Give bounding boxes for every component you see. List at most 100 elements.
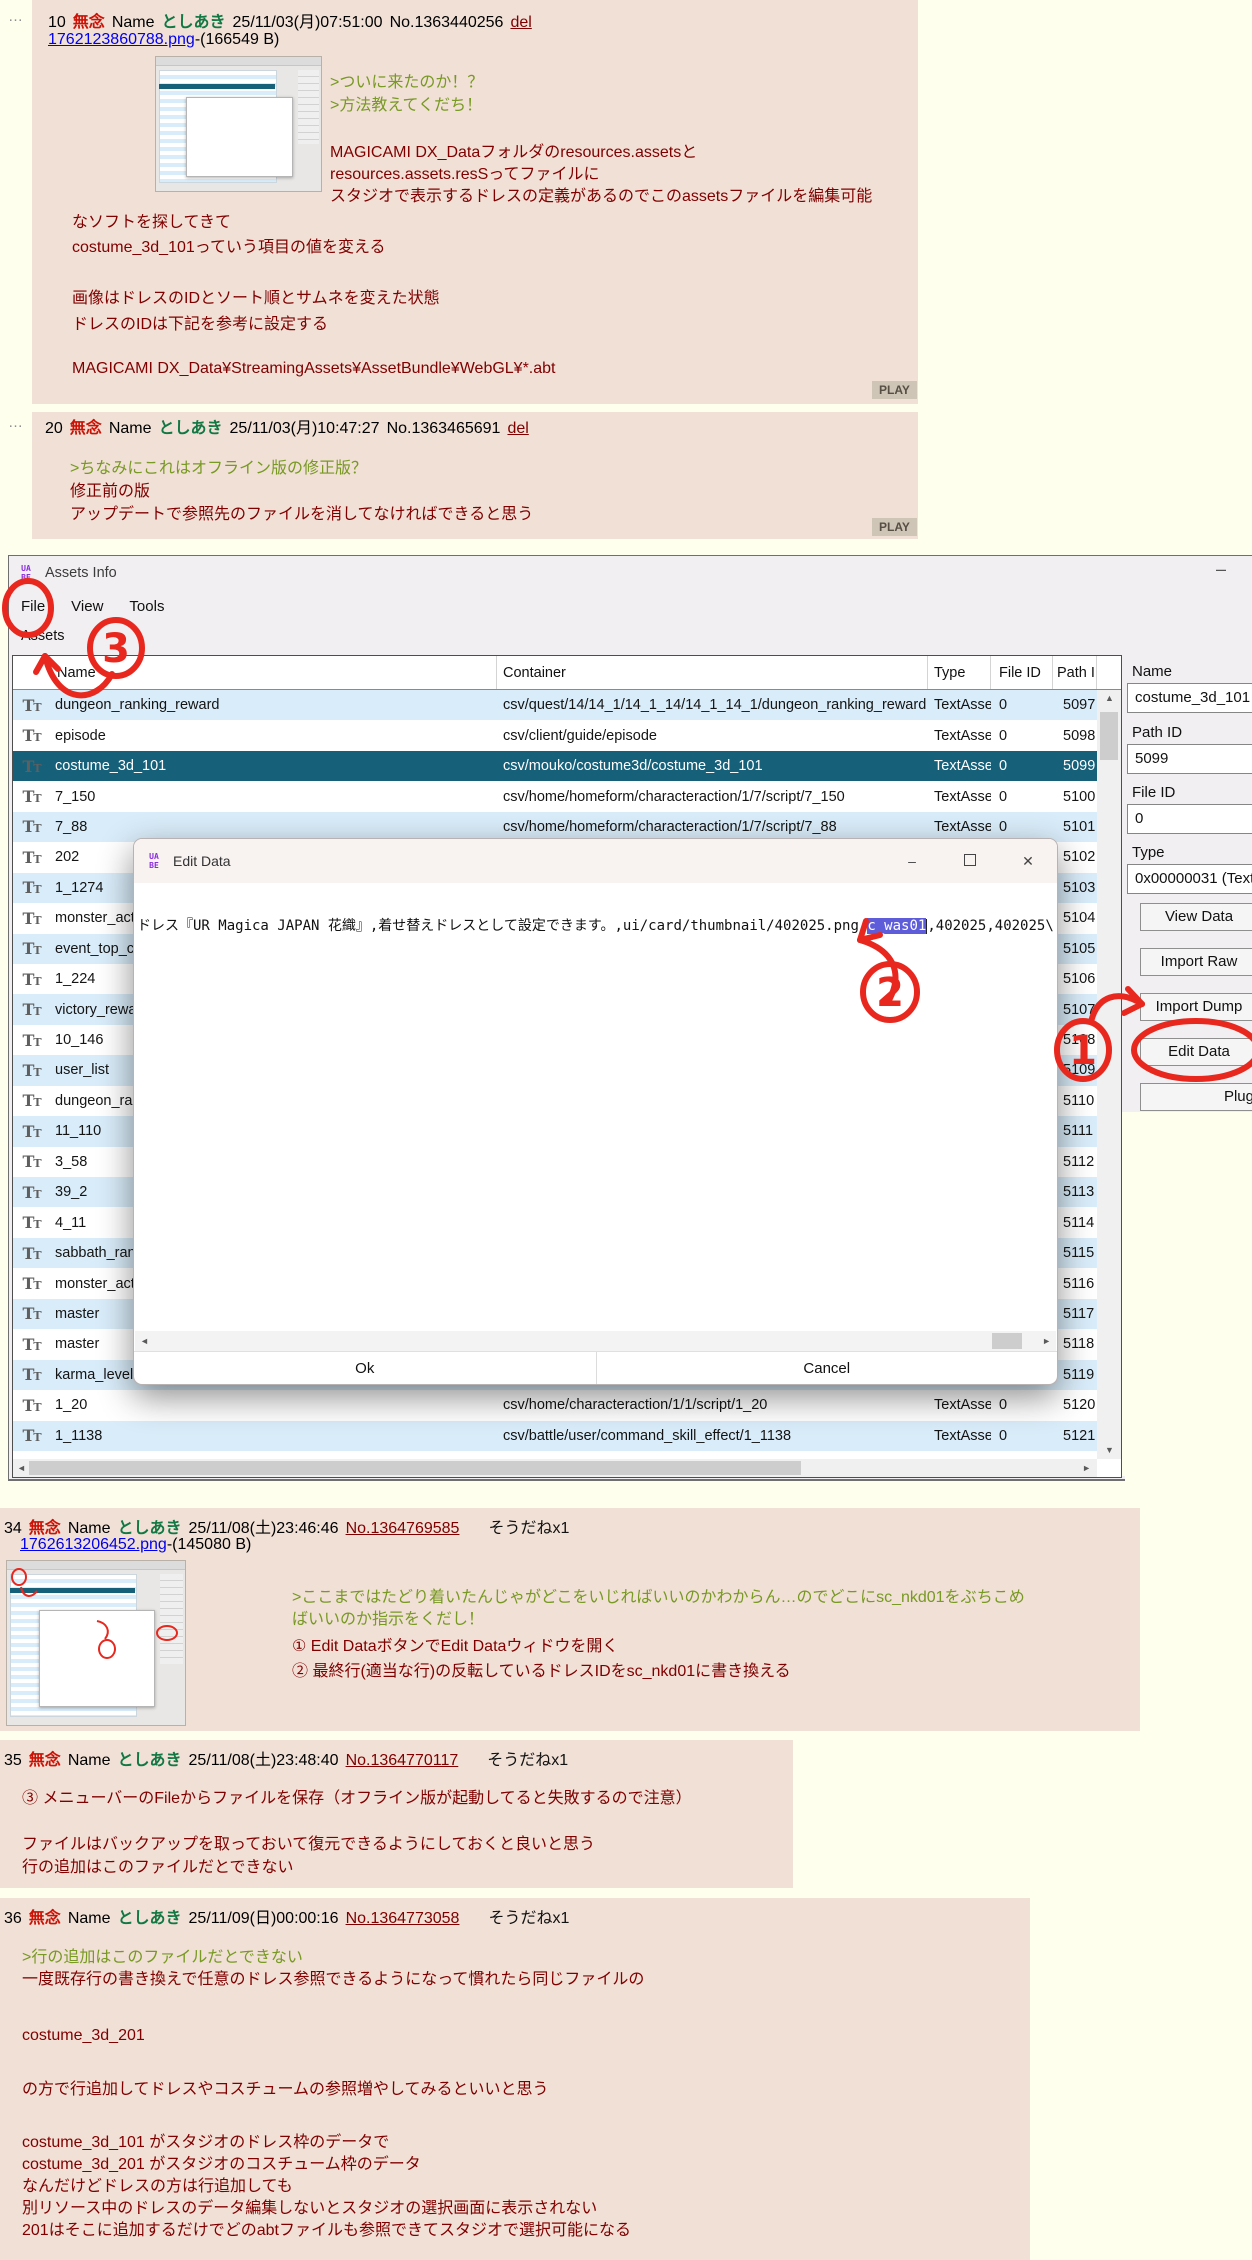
textasset-icon: TT: [13, 817, 51, 836]
ok-button[interactable]: Ok: [134, 1352, 596, 1385]
dialog-close-button[interactable]: ✕: [999, 839, 1057, 883]
dialog-scrollbar[interactable]: ◄ ►: [135, 1331, 1056, 1351]
panel-pathid-field[interactable]: 5099: [1127, 744, 1252, 774]
textasset-icon: TT: [13, 1304, 51, 1323]
post-thumbnail[interactable]: [155, 56, 322, 192]
dialog-edit-text[interactable]: ドレス『UR Magica JAPAN 花織』,着せ替えドレスとして設定できます…: [137, 915, 1054, 935]
row-container: csv/quest/14/14_1/14_1_14/14_1_14_1/dung…: [497, 697, 928, 713]
import-raw-button[interactable]: Import Raw: [1140, 948, 1252, 976]
scroll-down-icon[interactable]: ▼: [1105, 1446, 1114, 1455]
table-row[interactable]: TT episode csv/client/guide/episode Text…: [13, 720, 1097, 750]
table-row[interactable]: TT dungeon_ranking_reward csv/quest/14/1…: [13, 690, 1097, 720]
assets-label: Assets: [21, 628, 65, 644]
file-link[interactable]: 1762613206452.png: [20, 1536, 167, 1553]
table-row[interactable]: TT kizuna_level_3 csv/character/1/kizuna…: [13, 1451, 1097, 1459]
menu-tools[interactable]: Tools: [129, 598, 164, 615]
scroll-right-icon[interactable]: ►: [1082, 1464, 1091, 1473]
row-pathid: 5099: [1053, 758, 1097, 774]
file-link[interactable]: 1762123860788.png: [48, 31, 195, 48]
col-container[interactable]: Container: [497, 656, 928, 689]
post-number: 35: [4, 1752, 22, 1769]
name-label: Name: [112, 14, 155, 31]
panel-name-field[interactable]: costume_3d_101: [1127, 683, 1252, 713]
col-name[interactable]: Name: [13, 656, 497, 689]
textasset-icon: TT: [13, 1396, 51, 1415]
col-type[interactable]: Type: [928, 656, 991, 689]
panel-fileid-field[interactable]: 0: [1127, 804, 1252, 834]
poster-name: としあき: [162, 14, 226, 31]
vertical-scrollbar[interactable]: ▲ ▼: [1097, 690, 1121, 1459]
post-number: 34: [4, 1520, 22, 1537]
col-fileid[interactable]: File ID: [991, 656, 1053, 689]
del-link[interactable]: del: [507, 420, 528, 437]
scroll-thumb[interactable]: [1100, 712, 1118, 760]
post-thumbnail[interactable]: [6, 1560, 186, 1726]
row-pathid: 5100: [1053, 789, 1097, 805]
play-button[interactable]: PLAY: [872, 518, 917, 536]
minimize-button[interactable]: –: [1216, 559, 1226, 580]
menu-file[interactable]: File: [21, 598, 45, 615]
scroll-right-icon[interactable]: ►: [1042, 1337, 1051, 1346]
post-header: 36無念Nameとしあき25/11/09(日)00:00:16No.136477…: [4, 1904, 576, 1928]
row-pathid: 5111: [1053, 1123, 1097, 1139]
view-data-button[interactable]: View Data: [1140, 903, 1252, 931]
post-line: costume_3d_201: [22, 2027, 145, 2045]
soudane-count[interactable]: そうだねx1: [487, 1752, 568, 1769]
row-fileid: 0: [991, 728, 1053, 744]
name-label: Name: [68, 1910, 111, 1927]
horizontal-scrollbar[interactable]: ◄ ►: [13, 1459, 1097, 1477]
post-10: 10無念Nameとしあき25/11/03(月)07:51:00No.136344…: [32, 0, 918, 404]
post-no-link[interactable]: No.1364770117: [346, 1752, 459, 1769]
soudane-count[interactable]: そうだねx1: [488, 1520, 569, 1537]
row-fileid: 0: [991, 1397, 1053, 1413]
scroll-thumb[interactable]: [29, 1461, 801, 1475]
assets-info-window: UABE Assets Info – File View Tools Asset…: [8, 555, 1252, 1481]
del-link[interactable]: del: [510, 14, 531, 31]
post-no-link[interactable]: No.1364773058: [346, 1910, 460, 1927]
textasset-icon: TT: [13, 1061, 51, 1080]
panel-type-field[interactable]: 0x00000031 (Text: [1127, 864, 1252, 894]
file-line: 1762613206452.png-(145080 B): [20, 1536, 251, 1554]
row-pathid: 5119: [1053, 1367, 1097, 1383]
table-row[interactable]: TT 1_20 csv/home/characteraction/1/1/scr…: [13, 1390, 1097, 1420]
textasset-icon: TT: [13, 1365, 51, 1384]
poster-name: としあき: [159, 420, 223, 437]
textasset-icon: TT: [13, 787, 51, 806]
menu-view[interactable]: View: [71, 598, 103, 615]
post-line: costume_3d_101っていう項目の値を変える: [72, 233, 385, 257]
import-dump-button[interactable]: Import Dump: [1140, 993, 1252, 1021]
post-line: 行の追加はこのファイルだとできない: [22, 1853, 294, 1877]
thread-marker[interactable]: …: [8, 414, 23, 431]
edit-data-button[interactable]: Edit Data: [1140, 1038, 1252, 1066]
thumb-dialog: [186, 97, 294, 177]
scroll-up-icon[interactable]: ▲: [1105, 694, 1114, 703]
row-name: 7_88: [51, 819, 497, 835]
table-row[interactable]: TT 7_150 csv/home/homeform/characteracti…: [13, 781, 1097, 811]
thread-marker[interactable]: …: [8, 8, 23, 25]
table-row[interactable]: TT costume_3d_101 csv/mouko/costume3d/co…: [13, 751, 1097, 781]
row-pathid: 5110: [1053, 1093, 1097, 1109]
table-row[interactable]: TT 1_1138 csv/battle/user/command_skill_…: [13, 1421, 1097, 1451]
scroll-left-icon[interactable]: ◄: [17, 1464, 26, 1473]
cancel-button[interactable]: Cancel: [596, 1352, 1058, 1385]
post-34: 34無念Nameとしあき25/11/08(土)23:46:46No.136476…: [0, 1508, 1140, 1731]
row-type: TextAsset: [928, 819, 991, 835]
dialog-maximize-button[interactable]: [941, 839, 999, 883]
col-pathid[interactable]: Path ID: [1053, 656, 1097, 689]
row-name: dungeon_ranking_reward: [51, 697, 497, 713]
row-pathid: 5113: [1053, 1184, 1097, 1200]
play-button[interactable]: PLAY: [872, 381, 917, 399]
post-no-link[interactable]: No.1364769585: [346, 1520, 460, 1537]
scroll-left-icon[interactable]: ◄: [140, 1337, 149, 1346]
dialog-minimize-button[interactable]: –: [883, 839, 941, 883]
plugins-button[interactable]: Plug: [1140, 1083, 1252, 1111]
scroll-thumb[interactable]: [992, 1333, 1022, 1349]
row-pathid: 5115: [1053, 1245, 1097, 1261]
thumb-titlebar: [156, 57, 321, 66]
post-subject: 無念: [29, 1520, 61, 1537]
poster-name: としあき: [118, 1752, 182, 1769]
row-name: 7_150: [51, 789, 497, 805]
soudane-count[interactable]: そうだねx1: [488, 1910, 569, 1927]
post-line: 画像はドレスのIDとソート順とサムネを変えた状態: [72, 284, 440, 308]
row-pathid: 5114: [1053, 1215, 1097, 1231]
